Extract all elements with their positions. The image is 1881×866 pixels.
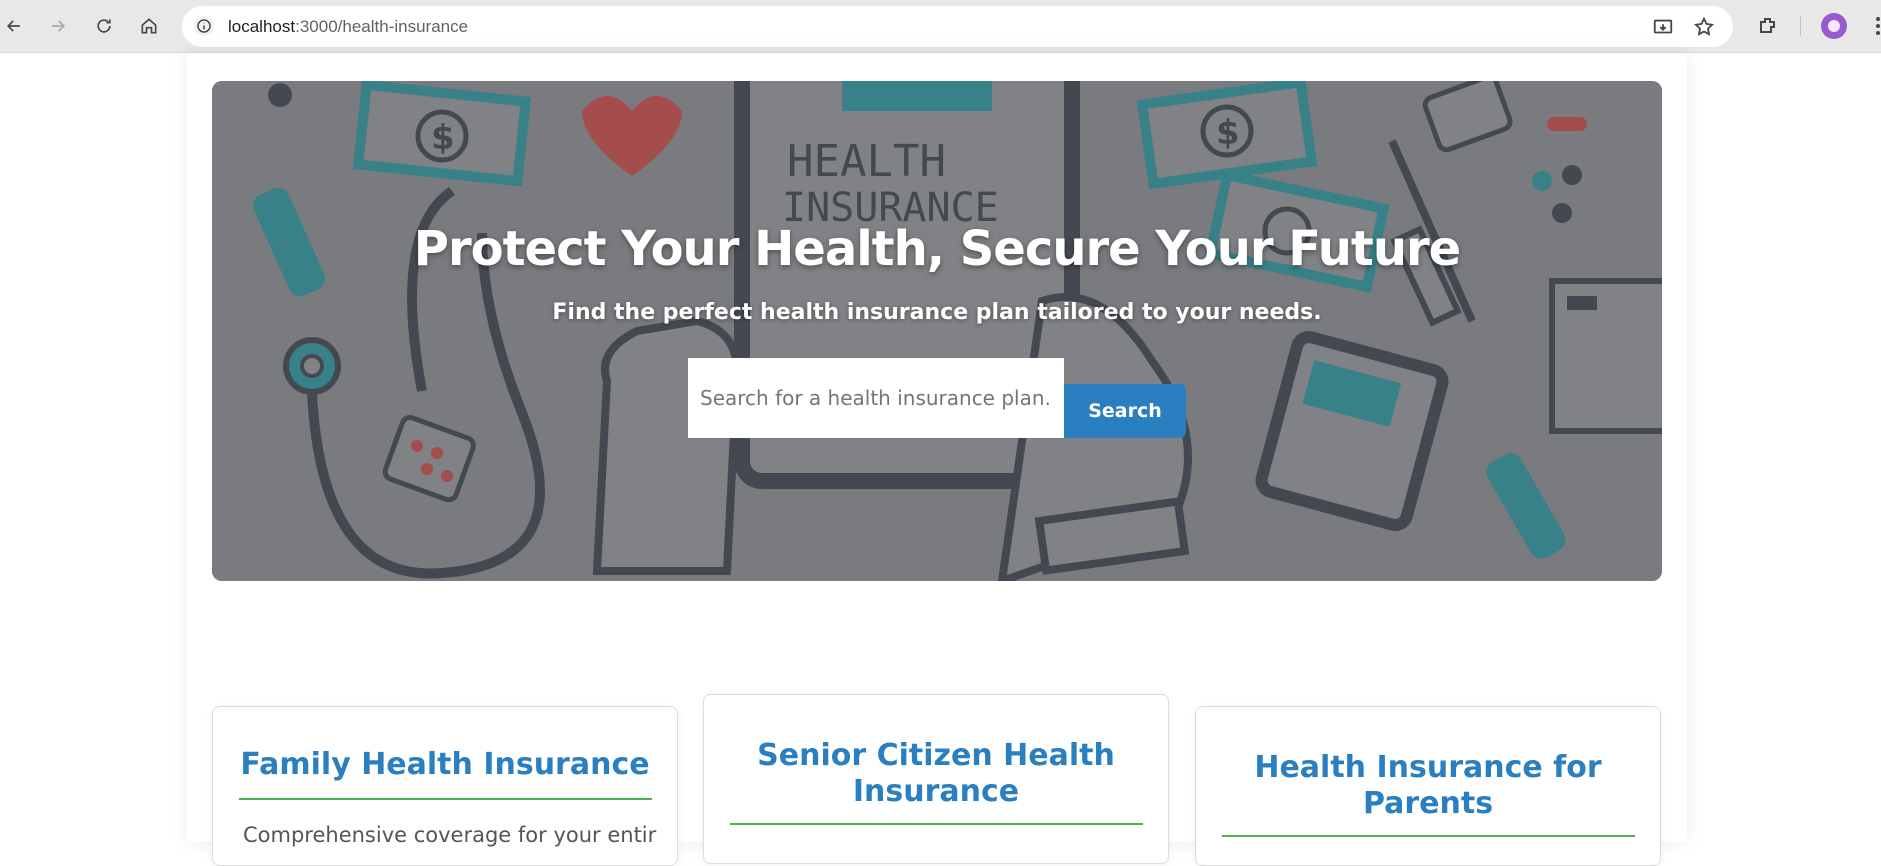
plan-card-senior[interactable]: Senior Citizen Health Insurance	[703, 694, 1169, 864]
search-button[interactable]: Search	[1064, 384, 1186, 438]
search-input[interactable]: Search for a health insurance plan.	[688, 358, 1064, 438]
browser-toolbar: localhost:3000/health-insurance	[0, 0, 1881, 53]
hero-subtitle: Find the perfect health insurance plan t…	[552, 300, 1322, 325]
install-app-icon[interactable]	[1652, 16, 1674, 38]
card-title: Family Health Insurance	[240, 747, 650, 782]
menu-kebab-icon[interactable]	[1866, 14, 1881, 38]
card-divider	[239, 798, 652, 800]
home-icon[interactable]	[135, 12, 163, 40]
bookmark-star-icon[interactable]	[1693, 16, 1715, 38]
search-placeholder: Search for a health insurance plan.	[700, 386, 1051, 410]
address-bar[interactable]: localhost:3000/health-insurance	[182, 6, 1733, 47]
card-title-line1: Health Insurance for	[1254, 750, 1602, 785]
site-info-icon[interactable]	[194, 16, 214, 36]
profile-avatar[interactable]	[1821, 13, 1847, 39]
plan-card-family[interactable]: Family Health Insurance Comprehensive co…	[212, 706, 678, 866]
card-divider	[730, 823, 1143, 825]
extensions-icon[interactable]	[1756, 14, 1780, 38]
plan-card-parents[interactable]: Health Insurance for Parents	[1195, 706, 1661, 866]
card-title-line1: Senior Citizen Health	[757, 738, 1115, 773]
forward-icon[interactable]	[44, 12, 72, 40]
hero-banner: HEALTH INSURANCE $ $ Protect Your Health…	[212, 81, 1662, 581]
card-title-line2: Insurance	[852, 774, 1020, 809]
hero-overlay	[212, 81, 1662, 581]
card-title-line2: Parents	[1362, 786, 1494, 821]
card-description: Comprehensive coverage for your entire	[243, 823, 657, 847]
card-divider	[1222, 835, 1635, 837]
toolbar-separator	[1800, 16, 1801, 36]
url-text: localhost:3000/health-insurance	[228, 17, 469, 36]
back-icon[interactable]	[0, 12, 28, 40]
hero-title: Protect Your Health, Secure Your Future	[413, 221, 1461, 277]
reload-icon[interactable]	[90, 12, 118, 40]
